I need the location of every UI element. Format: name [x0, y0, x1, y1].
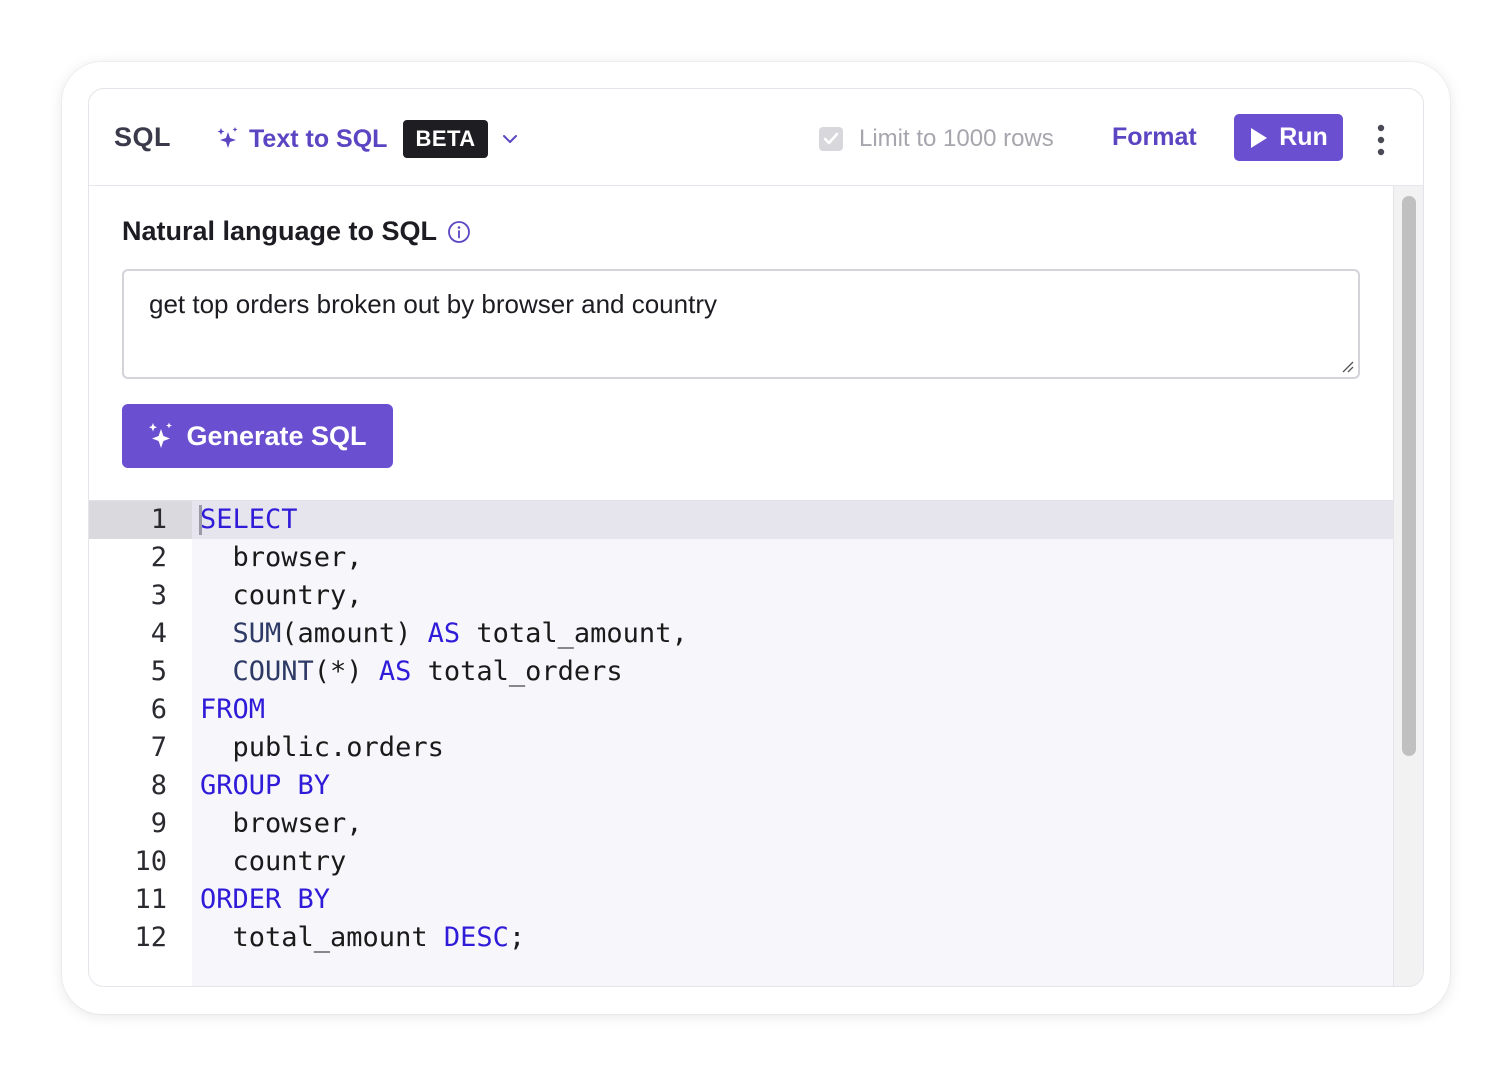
code-text: FROM	[200, 691, 265, 729]
code-line[interactable]: 9 browser,	[89, 805, 1393, 843]
sql-keyword: AS	[427, 618, 461, 649]
nl-query-textarea[interactable]: get top orders broken out by browser and…	[122, 269, 1360, 379]
sql-token: public.orders	[200, 732, 444, 763]
limit-checkbox-box[interactable]	[819, 127, 843, 151]
scrollbar-thumb[interactable]	[1402, 196, 1416, 756]
sql-keyword: DESC	[443, 922, 509, 953]
code-text: SELECT	[200, 501, 298, 539]
run-button[interactable]: Run	[1234, 114, 1343, 161]
line-number: 1	[89, 501, 192, 539]
line-number: 8	[150, 770, 167, 801]
resize-grip-icon[interactable]	[1340, 359, 1354, 373]
text-to-sql-label: Text to SQL	[249, 124, 388, 153]
sql-keyword: ORDER BY	[200, 884, 331, 915]
code-line[interactable]: 4 SUM(amount) AS total_amount,	[89, 615, 1393, 653]
text-cursor	[199, 505, 202, 535]
format-button[interactable]: Format	[1112, 123, 1197, 152]
code-text: country	[200, 843, 347, 881]
line-number: 12	[134, 922, 167, 953]
line-number: 6	[150, 694, 167, 725]
nl-section-heading: Natural language to SQL	[122, 216, 471, 247]
code-text: total_amount DESC;	[200, 919, 526, 957]
sql-token: total_amount,	[460, 618, 688, 649]
run-button-label: Run	[1279, 123, 1328, 151]
line-number: 3	[150, 580, 167, 611]
vertical-scrollbar[interactable]	[1393, 186, 1423, 986]
check-icon	[823, 132, 839, 145]
line-number: 11	[134, 884, 167, 915]
code-text: browser,	[200, 805, 363, 843]
line-number: 4	[150, 618, 167, 649]
sql-keyword: SELECT	[200, 504, 298, 535]
sql-keyword: GROUP BY	[200, 770, 331, 801]
sql-cell-panel: SQL Text to SQL BETA Limit to 1000 rows …	[88, 88, 1424, 987]
code-text: public.orders	[200, 729, 444, 767]
code-text: GROUP BY	[200, 767, 330, 805]
beta-badge: BETA	[403, 120, 488, 158]
nl-query-value: get top orders broken out by browser and…	[149, 289, 717, 319]
sql-token: (amount)	[281, 618, 428, 649]
toolbar: SQL Text to SQL BETA Limit to 1000 rows …	[89, 89, 1423, 186]
code-text: country,	[200, 577, 363, 615]
line-number: 10	[134, 846, 167, 877]
code-line[interactable]: 2 browser,	[89, 539, 1393, 577]
code-text: ORDER BY	[200, 881, 330, 919]
sparkle-icon	[149, 422, 173, 448]
code-line[interactable]: 6 FROM	[89, 691, 1393, 729]
more-vertical-icon[interactable]	[1371, 123, 1391, 157]
sql-token: country	[200, 846, 347, 877]
code-line[interactable]: 3 country,	[89, 577, 1393, 615]
code-line[interactable]: 8 GROUP BY	[89, 767, 1393, 805]
info-icon[interactable]	[447, 220, 471, 244]
sql-token: browser,	[200, 808, 363, 839]
line-number: 5	[150, 656, 167, 687]
limit-rows-label: Limit to 1000 rows	[859, 125, 1054, 152]
sql-token: country,	[200, 580, 363, 611]
cell-body: Natural language to SQL get top orders b…	[89, 186, 1393, 986]
sql-token: (*)	[313, 656, 379, 687]
sql-code-editor[interactable]: 1 SELECT 2 browser, 3 country, 4 SUM(amount)…	[89, 500, 1393, 986]
play-icon	[1251, 127, 1268, 148]
line-number: 7	[150, 732, 167, 763]
code-text: SUM(amount) AS total_amount,	[200, 615, 688, 653]
cell-type-label: SQL	[114, 122, 172, 152]
code-line[interactable]: 7 public.orders	[89, 729, 1393, 767]
text-to-sql-toggle[interactable]: Text to SQL BETA	[217, 119, 518, 159]
chevron-down-icon[interactable]	[502, 133, 518, 145]
sql-keyword: FROM	[200, 694, 266, 725]
code-text: COUNT(*) AS total_orders	[200, 653, 623, 691]
generate-sql-button[interactable]: Generate SQL	[122, 404, 393, 468]
code-text: browser,	[200, 539, 363, 577]
line-number: 9	[150, 808, 167, 839]
line-number: 2	[150, 542, 167, 573]
code-line[interactable]: 10 country	[89, 843, 1393, 881]
sql-keyword: AS	[378, 656, 412, 687]
sparkle-icon	[217, 127, 238, 148]
sql-function: SUM	[232, 618, 282, 649]
sql-function: COUNT	[232, 656, 314, 687]
sql-token: browser,	[200, 542, 363, 573]
generate-sql-label: Generate SQL	[186, 420, 367, 451]
sql-token: total_amount	[200, 922, 444, 953]
nl-label: Natural language to SQL	[122, 216, 438, 246]
code-line[interactable]: 5 COUNT(*) AS total_orders	[89, 653, 1393, 691]
limit-rows-checkbox[interactable]: Limit to 1000 rows	[819, 125, 1054, 153]
code-line[interactable]: 1 SELECT	[89, 501, 1393, 539]
sql-token: total_orders	[411, 656, 623, 687]
code-line[interactable]: 12 total_amount DESC;	[89, 919, 1393, 957]
code-line[interactable]: 11 ORDER BY	[89, 881, 1393, 919]
sql-token: ;	[508, 922, 526, 953]
